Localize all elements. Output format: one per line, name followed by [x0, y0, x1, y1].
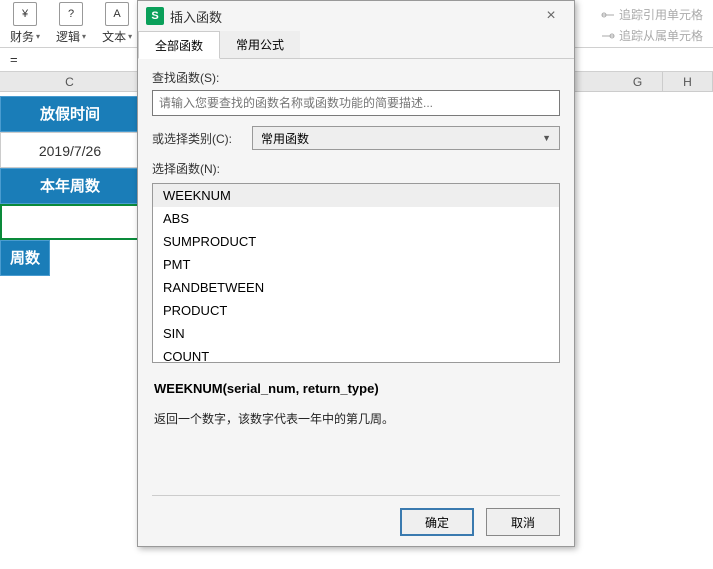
chevron-down-icon: ▾ [36, 32, 40, 41]
trace-panel: 追踪引用单元格 追踪从属单元格 [601, 6, 703, 48]
function-item[interactable]: PRODUCT [153, 299, 559, 322]
chevron-down-icon: ▾ [128, 32, 132, 41]
trace-dependents-button[interactable]: 追踪从属单元格 [601, 27, 703, 44]
function-description: WEEKNUM(serial_num, return_type) 返回一个数字，… [152, 381, 560, 429]
cell-week-label[interactable]: 周数 [0, 240, 50, 276]
ribbon-logic-button[interactable]: ? 逻辑▾ [48, 0, 94, 47]
dialog-footer: 确定 取消 [400, 508, 560, 536]
ribbon-finance-button[interactable]: ¥ 财务▾ [2, 0, 48, 47]
cancel-button[interactable]: 取消 [486, 508, 560, 536]
insert-function-dialog: S 插入函数 × 全部函数 常用公式 查找函数(S): 或选择类别(C): 常用… [137, 0, 575, 547]
select-function-label: 选择函数(N): [152, 160, 560, 177]
search-input[interactable] [152, 90, 560, 116]
ribbon-text-label: 文本 [102, 28, 126, 45]
cell-holiday-date-value[interactable]: 2019/7/26 [0, 132, 140, 168]
trace-dependents-label: 追踪从属单元格 [619, 27, 703, 44]
tab-all-functions[interactable]: 全部函数 [138, 31, 220, 59]
cell-holiday-date-label[interactable]: 放假时间 [0, 96, 140, 132]
dialog-body: 查找函数(S): 或选择类别(C): 常用函数 ▼ 选择函数(N): WEEKN… [138, 59, 574, 439]
function-description-text: 返回一个数字，该数字代表一年中的第几周。 [154, 410, 558, 429]
dialog-title: 插入函数 [170, 7, 536, 26]
function-item[interactable]: WEEKNUM [153, 184, 559, 207]
question-icon: ? [59, 2, 83, 26]
function-item[interactable]: SUMPRODUCT [153, 230, 559, 253]
trace-precedents-icon [601, 10, 615, 20]
divider [152, 495, 560, 496]
category-select[interactable]: 常用函数 ▼ [252, 126, 560, 150]
formula-equals: = [10, 52, 18, 67]
active-cell[interactable] [0, 204, 140, 240]
tab-common-formulas[interactable]: 常用公式 [220, 31, 300, 58]
trace-precedents-label: 追踪引用单元格 [619, 6, 703, 23]
trace-dependents-icon [601, 31, 615, 41]
col-header-c[interactable]: C [0, 72, 140, 91]
function-item[interactable]: COUNT [153, 345, 559, 363]
dialog-tabs: 全部函数 常用公式 [138, 31, 574, 59]
ribbon-logic-label: 逻辑 [56, 28, 80, 45]
search-label: 查找函数(S): [152, 69, 560, 86]
ribbon-finance-label: 财务 [10, 28, 34, 45]
col-header-g[interactable]: G [613, 72, 663, 91]
function-item[interactable]: RANDBETWEEN [153, 276, 559, 299]
function-signature: WEEKNUM(serial_num, return_type) [154, 381, 558, 396]
app-icon: S [146, 7, 164, 25]
trace-precedents-button[interactable]: 追踪引用单元格 [601, 6, 703, 23]
function-item[interactable]: ABS [153, 207, 559, 230]
cell-year-week-label[interactable]: 本年周数 [0, 168, 140, 204]
ok-button[interactable]: 确定 [400, 508, 474, 536]
ribbon-text-button[interactable]: A 文本▾ [94, 0, 140, 47]
function-item[interactable]: SIN [153, 322, 559, 345]
close-button[interactable]: × [536, 7, 566, 25]
text-icon: A [105, 2, 129, 26]
dialog-titlebar[interactable]: S 插入函数 × [138, 1, 574, 31]
chevron-down-icon: ▼ [542, 133, 551, 143]
function-list[interactable]: WEEKNUM ABS SUMPRODUCT PMT RANDBETWEEN P… [152, 183, 560, 363]
category-value: 常用函数 [261, 130, 309, 147]
col-header-h[interactable]: H [663, 72, 713, 91]
yen-icon: ¥ [13, 2, 37, 26]
function-item[interactable]: PMT [153, 253, 559, 276]
chevron-down-icon: ▾ [82, 32, 86, 41]
category-label: 或选择类别(C): [152, 130, 252, 147]
